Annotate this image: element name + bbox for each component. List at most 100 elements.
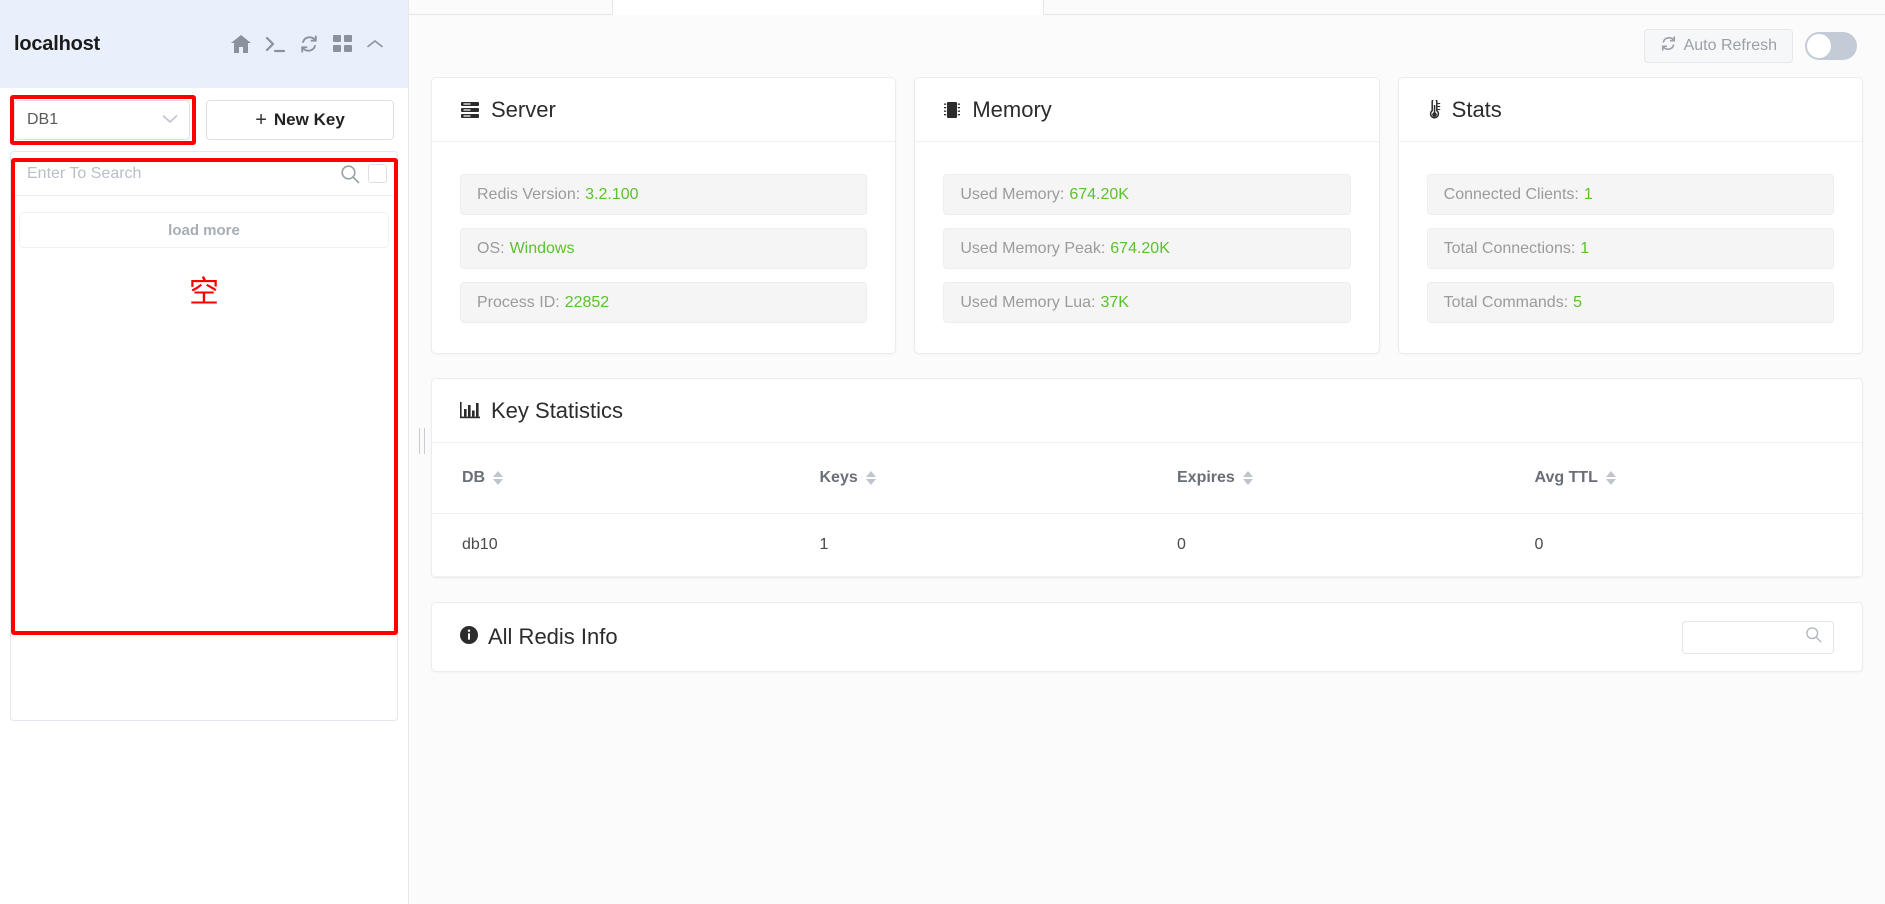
info-value: 3.2.100 (585, 185, 639, 203)
table-body: db10 1 0 0 (432, 513, 1862, 577)
key-statistics-title: Key Statistics (491, 397, 624, 423)
info-value: 674.20K (1069, 185, 1129, 203)
resize-bar (424, 428, 425, 454)
key-statistics-card: Key Statistics DB Keys Expires Avg TTL d… (431, 378, 1863, 578)
info-value: 5 (1573, 293, 1583, 311)
dashboard-content: Server Redis Version: 3.2.100 OS: Window… (409, 77, 1885, 672)
table-head: DB Keys Expires Avg TTL (432, 443, 1862, 514)
column-header-avg-ttl[interactable]: Avg TTL (1504, 443, 1862, 514)
empty-state-text: 空 (189, 275, 219, 310)
column-header-keys[interactable]: Keys (789, 443, 1147, 514)
stats-card-body: Connected Clients: 1 Total Connections: … (1399, 142, 1862, 353)
auto-refresh-label: Auto Refresh (1683, 37, 1777, 54)
home-icon[interactable] (231, 35, 251, 53)
info-value: 22852 (564, 293, 610, 311)
chevron-up-icon[interactable] (366, 38, 384, 50)
server-card: Server Redis Version: 3.2.100 OS: Window… (431, 77, 897, 354)
key-statistics-table: DB Keys Expires Avg TTL db10 1 0 0 (432, 443, 1862, 577)
server-card-title: Server (491, 96, 556, 122)
plus-icon: + (255, 108, 267, 131)
key-search-input[interactable] (27, 164, 332, 183)
sidebar-header-actions (231, 34, 384, 54)
chevron-down-icon (162, 111, 178, 129)
all-redis-info-search[interactable] (1682, 620, 1834, 654)
new-key-label: New Key (273, 110, 345, 129)
search-icon[interactable] (340, 164, 360, 184)
column-header-db[interactable]: DB (432, 443, 790, 514)
cell-expires: 0 (1147, 513, 1505, 577)
info-card-row: Server Redis Version: 3.2.100 OS: Window… (431, 77, 1863, 354)
stats-card-title: Stats (1451, 96, 1502, 122)
main-content: Auto Refresh Server Redis Version: 3.2.1… (409, 0, 1885, 904)
new-key-button[interactable]: + New Key (206, 100, 394, 140)
memory-card-body: Used Memory: 674.20K Used Memory Peak: 6… (915, 142, 1378, 353)
key-list-wrapper: load more 空 (10, 151, 398, 721)
info-row: Used Memory Lua: 37K (943, 282, 1351, 323)
terminal-icon[interactable] (265, 35, 285, 53)
table-header-row: DB Keys Expires Avg TTL (432, 443, 1862, 514)
key-list-panel: load more 空 (10, 151, 398, 721)
stats-card-header: Stats (1398, 78, 1862, 142)
memory-card-title: Memory (972, 96, 1052, 122)
info-row: Used Memory: 674.20K (943, 174, 1351, 215)
stats-card: Stats Connected Clients: 1 Total Connect… (1397, 77, 1863, 354)
all-redis-info-title-group: All Redis Info (460, 624, 618, 650)
cell-keys: 1 (789, 513, 1147, 577)
auto-refresh-toggle[interactable] (1805, 32, 1857, 60)
server-card-body: Redis Version: 3.2.100 OS: Windows Proce… (432, 142, 895, 353)
tab-bar (409, 0, 1885, 15)
info-row: Connected Clients: 1 (1426, 174, 1834, 215)
all-redis-info-title: All Redis Info (488, 624, 618, 649)
info-value: Windows (509, 239, 575, 257)
info-value: 37K (1100, 293, 1129, 311)
auto-refresh-button[interactable]: Auto Refresh (1643, 29, 1793, 63)
bar-chart-icon (460, 401, 480, 420)
grid-icon[interactable] (333, 34, 352, 54)
info-label: Connected Clients: (1443, 185, 1579, 203)
connection-title: localhost (14, 32, 100, 55)
memory-chip-icon (943, 100, 961, 120)
info-label: Total Connections: (1443, 239, 1576, 257)
thermometer-icon (1427, 99, 1441, 120)
key-search-row (11, 152, 397, 196)
info-label: Redis Version: (477, 185, 581, 203)
info-label: Total Commands: (1443, 293, 1569, 311)
info-value: 674.20K (1110, 239, 1170, 257)
server-icon (460, 100, 480, 120)
info-label: OS: (477, 239, 505, 257)
column-label: Avg TTL (1534, 469, 1598, 486)
sidebar-header: localhost (0, 0, 408, 88)
db-select-wrapper: DB1 (10, 95, 196, 145)
refresh-icon[interactable] (299, 34, 319, 54)
info-label: Used Memory Peak: (960, 239, 1106, 257)
db-select-value: DB1 (27, 111, 59, 128)
info-label: Process ID: (477, 293, 560, 311)
info-circle-icon (460, 624, 478, 650)
info-row: Total Connections: 1 (1426, 228, 1834, 269)
info-row: Process ID: 22852 (460, 282, 868, 323)
load-more-button[interactable]: load more (19, 212, 389, 248)
memory-card: Memory Used Memory: 674.20K Used Memory … (914, 77, 1380, 354)
resize-bar (419, 428, 420, 454)
tab-active-stub[interactable] (612, 0, 1044, 15)
table-row[interactable]: db10 1 0 0 (432, 513, 1862, 577)
cell-db: db10 (432, 513, 790, 577)
column-header-expires[interactable]: Expires (1147, 443, 1505, 514)
db-select[interactable]: DB1 (14, 100, 190, 140)
main-toolbar: Auto Refresh (409, 15, 1885, 77)
select-all-checkbox[interactable] (368, 164, 387, 183)
sidebar-controls: DB1 + New Key (0, 88, 408, 148)
info-row: Used Memory Peak: 674.20K (943, 228, 1351, 269)
all-redis-info-card: All Redis Info (431, 602, 1863, 672)
info-row: Total Commands: 5 (1426, 282, 1834, 323)
sort-caret-icon (1242, 471, 1253, 485)
memory-card-header: Memory (915, 78, 1379, 142)
info-label: Used Memory: (960, 185, 1065, 203)
panel-resize-handle[interactable] (415, 426, 429, 456)
column-label: DB (462, 469, 486, 486)
column-label: Keys (819, 469, 858, 486)
refresh-icon (1660, 35, 1677, 57)
sort-caret-icon (865, 471, 876, 485)
info-value: 1 (1583, 185, 1593, 203)
search-icon (1805, 626, 1822, 648)
